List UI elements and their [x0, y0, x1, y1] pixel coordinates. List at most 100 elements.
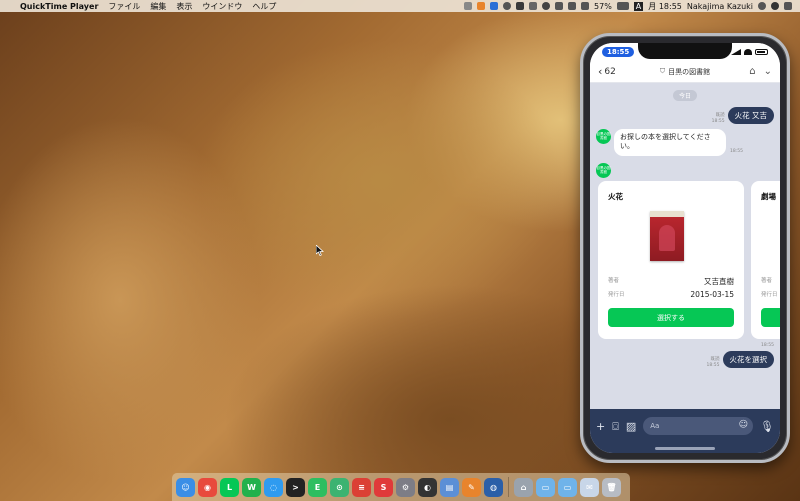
dock-home-folder-icon[interactable]: ⌂	[514, 477, 533, 497]
author-row: 著者 又吉直樹	[608, 276, 734, 287]
dock-app-orange-icon[interactable]: ✎	[462, 477, 481, 497]
dock-folder-2-icon[interactable]: ▭	[558, 477, 577, 497]
dock-chrome-icon[interactable]: ◉	[198, 477, 217, 497]
status-time: 18:55	[602, 47, 635, 57]
status-app-icon[interactable]	[503, 2, 512, 10]
menu-clock[interactable]: 月 18:55	[648, 1, 682, 12]
menu-window[interactable]: ウインドウ	[202, 1, 242, 12]
message-input-placeholder: Aa	[650, 422, 660, 430]
phone-notch	[638, 43, 732, 59]
signal-icon	[731, 49, 741, 55]
home-indicator-area	[590, 443, 780, 453]
dock-preferences-icon[interactable]: ⚙	[396, 477, 415, 497]
author-value: 又吉直樹	[704, 277, 734, 286]
message-input-bar: + ⌼ ▨ Aa ☺ 🎙	[590, 409, 780, 443]
dock-separator	[508, 477, 509, 497]
status-app-icon[interactable]	[464, 2, 473, 10]
status-app-icon[interactable]	[490, 2, 499, 10]
volume-icon[interactable]	[581, 2, 590, 10]
chat-header: ‹ 62 ⛉ 目黒の図書館 ⌂ ⌄	[590, 61, 780, 83]
battery-percent[interactable]: 57%	[594, 2, 612, 11]
emoji-icon[interactable]: ☺	[739, 420, 748, 430]
published-row: 発行日 2015-03-15	[608, 290, 734, 299]
battery-icon	[755, 49, 768, 55]
home-icon[interactable]: ⌂	[749, 66, 755, 77]
dock-line-icon[interactable]: L	[220, 477, 239, 497]
dock-mail-icon[interactable]: ✉	[580, 477, 599, 497]
book-card[interactable]: 火花 著者 又吉直樹 発行日 2015-03-15 選択する	[598, 181, 744, 339]
input-source[interactable]: A	[633, 1, 644, 11]
published-row: 発行日	[761, 290, 780, 298]
home-indicator[interactable]	[655, 447, 715, 450]
wifi-icon	[744, 49, 752, 55]
select-book-button[interactable]: 選択する	[608, 308, 734, 327]
chevron-down-icon[interactable]: ⌄	[764, 66, 772, 77]
book-title: 火花	[608, 192, 623, 201]
phone-screen: 18:55 ‹ 62 ⛉ 目黒の図書館 ⌂ ⌄ 今日 既読 18:55 火花 又…	[590, 43, 780, 453]
published-label: 発行日	[608, 292, 625, 298]
menu-edit[interactable]: 編集	[150, 1, 166, 12]
dock-terminal-icon[interactable]: >	[286, 477, 305, 497]
bot-avatar[interactable]: 目黒の図書館	[596, 163, 611, 178]
user-message: 既読 18:55 火花 又吉	[712, 107, 774, 124]
author-label: 著者	[608, 278, 620, 284]
battery-icon[interactable]	[616, 2, 629, 10]
list-icon[interactable]	[784, 2, 792, 10]
dock-folder-icon[interactable]: ▭	[536, 477, 555, 497]
iphone-simulator: 18:55 ‹ 62 ⛉ 目黒の図書館 ⌂ ⌄ 今日 既読 18:55 火花 又…	[580, 33, 790, 463]
dock-app-green-icon[interactable]: ⊙	[330, 477, 349, 497]
dock-app-black-icon[interactable]: ◐	[418, 477, 437, 497]
message-meta: 既読 18:55	[711, 113, 725, 124]
menu-view[interactable]: 表示	[176, 1, 192, 12]
status-app-icon[interactable]	[542, 2, 551, 10]
dock-finder-icon[interactable]: ☺	[176, 477, 195, 497]
back-button[interactable]: ‹ 62	[598, 66, 616, 77]
dock-todoist-icon[interactable]: ≡	[352, 477, 371, 497]
published-value: 2015-03-15	[690, 290, 734, 299]
image-icon[interactable]: ▨	[626, 421, 636, 432]
search-icon[interactable]	[758, 2, 766, 10]
book-card[interactable]: 劇場 著者 発行日	[751, 181, 780, 339]
book-title: 劇場	[761, 192, 776, 201]
shield-icon: ⛉	[659, 67, 666, 75]
chevron-left-icon: ‹	[598, 65, 603, 78]
menu-bar: QuickTime Player ファイル 編集 表示 ウインドウ ヘルプ 57…	[0, 0, 800, 12]
status-app-icon[interactable]	[529, 2, 538, 10]
select-book-button[interactable]	[761, 308, 780, 327]
user-message-bubble[interactable]: 火花 又吉	[727, 107, 774, 124]
airplay-icon[interactable]	[568, 2, 577, 10]
message-meta: 18:55	[730, 149, 743, 154]
bot-avatar[interactable]: 目黒の図書館	[596, 129, 611, 144]
dock: ☺ ◉ L W ◌ > E ⊙ ≡ S ⚙ ◐ ▤ ✎ ◍ ⌂ ▭ ▭ ✉ 🗑	[172, 473, 630, 501]
chat-title[interactable]: ⛉ 目黒の図書館	[660, 67, 710, 77]
chat-area[interactable]: 今日 既読 18:55 火花 又吉 目黒の図書館 お探しの本を選択してください。…	[590, 83, 780, 409]
dock-app-globe-icon[interactable]: ◍	[484, 477, 503, 497]
dropbox-icon[interactable]	[516, 2, 525, 10]
siri-icon[interactable]	[771, 2, 779, 10]
book-cover-image	[650, 211, 684, 261]
dock-wechat-icon[interactable]: W	[242, 477, 261, 497]
chat-title-text: 目黒の図書館	[668, 67, 711, 76]
plus-icon[interactable]: +	[596, 421, 605, 432]
bluetooth-icon[interactable]	[555, 2, 564, 10]
book-carousel[interactable]: 火花 著者 又吉直樹 発行日 2015-03-15 選択する 劇場 著者 発行日	[598, 181, 780, 339]
menu-file[interactable]: ファイル	[108, 1, 140, 12]
date-separator: 今日	[672, 90, 698, 101]
dock-app-s-icon[interactable]: S	[374, 477, 393, 497]
message-input[interactable]: Aa ☺	[643, 417, 754, 435]
menu-app-name[interactable]: QuickTime Player	[20, 2, 98, 11]
published-label: 発行日	[761, 292, 778, 298]
menu-user[interactable]: Nakajima Kazuki	[687, 2, 753, 11]
message-meta: 既読 18:55	[706, 357, 720, 368]
user-message-bubble[interactable]: 火花を選択	[722, 351, 774, 368]
camera-icon[interactable]: ⌼	[612, 421, 619, 432]
menu-help[interactable]: ヘルプ	[252, 1, 276, 12]
status-app-icon[interactable]	[477, 2, 486, 10]
dock-preview-icon[interactable]: ▤	[440, 477, 459, 497]
back-count: 62	[604, 66, 616, 77]
dock-evernote-icon[interactable]: E	[308, 477, 327, 497]
dock-messages-icon[interactable]: ◌	[264, 477, 283, 497]
microphone-icon[interactable]: 🎙	[760, 421, 774, 432]
dock-trash-icon[interactable]: 🗑	[602, 477, 621, 497]
bot-message-bubble[interactable]: お探しの本を選択してください。	[614, 129, 726, 156]
